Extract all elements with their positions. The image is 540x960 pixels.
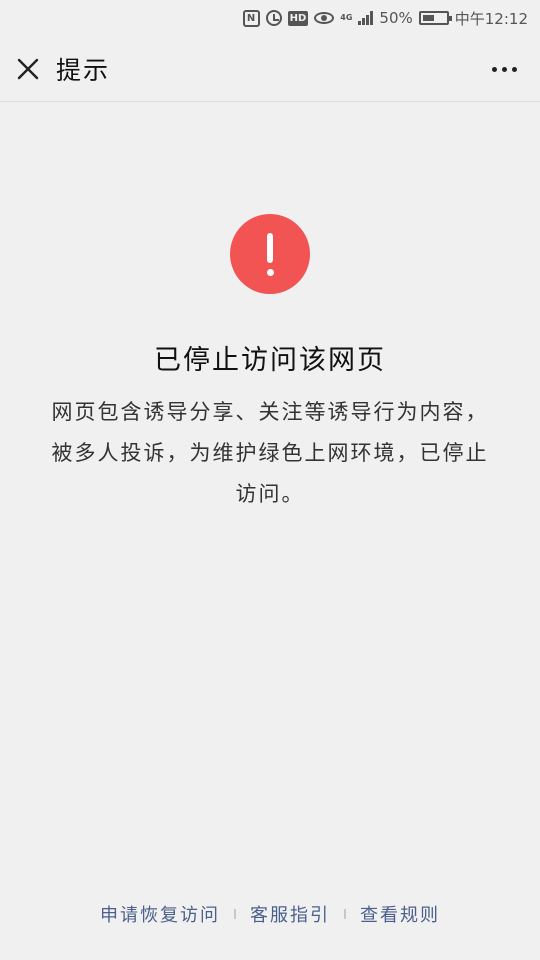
- page: N HD 4G 50% 中午12:12 提示 已停止访问该网页 网页包含诱导分享…: [0, 0, 540, 960]
- blocked-message: 网页包含诱导分享、关注等诱导行为内容，被多人投诉，为维护绿色上网环境，已停止访问…: [51, 400, 489, 506]
- status-bar: N HD 4G 50% 中午12:12: [0, 0, 540, 36]
- customer-service-link[interactable]: 客服指引: [250, 901, 330, 927]
- title-bar: 提示: [0, 36, 540, 102]
- battery-percent: 50%: [379, 9, 413, 27]
- blocked-heading: 已停止访问该网页: [154, 345, 386, 376]
- more-icon-dot: [501, 66, 507, 72]
- clock: 中午12:12: [454, 9, 528, 28]
- alarm-icon: [265, 10, 282, 26]
- more-icon-dot: [491, 66, 497, 72]
- footer-divider: [234, 909, 236, 919]
- footer-divider: [344, 909, 346, 919]
- battery-level: [422, 15, 434, 21]
- eye-comfort-icon: [314, 12, 335, 24]
- close-button[interactable]: [0, 36, 56, 102]
- close-icon: [17, 58, 39, 79]
- request-restore-link[interactable]: 申请恢复访问: [100, 901, 220, 927]
- footer-links: 申请恢复访问 客服指引 查看规则: [0, 898, 540, 930]
- battery-icon: [418, 11, 452, 25]
- exclamation-icon: [230, 214, 310, 294]
- signal-icon: [358, 11, 374, 25]
- nfc-icon: N: [242, 9, 260, 27]
- network-type-label: 4G: [340, 13, 353, 22]
- page-title: 提示: [56, 55, 111, 85]
- more-button[interactable]: [486, 56, 522, 82]
- hd-icon: HD: [287, 10, 309, 26]
- more-icon-dot: [511, 66, 517, 72]
- view-rules-link[interactable]: 查看规则: [360, 901, 440, 927]
